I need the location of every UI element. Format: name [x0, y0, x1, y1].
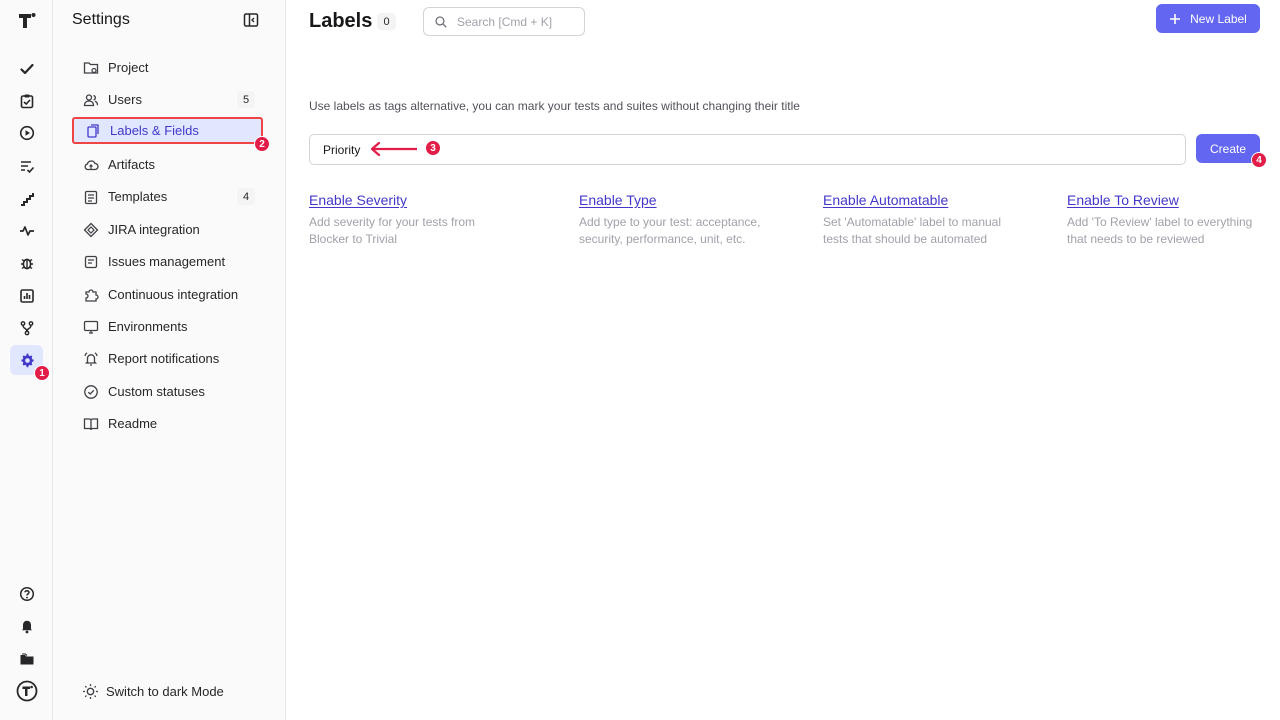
sidebar-item-label: Users: [108, 92, 142, 107]
sidebar-item-label: Templates: [108, 189, 168, 204]
enable-to-review-link[interactable]: Enable To Review: [1067, 192, 1267, 208]
bug-icon[interactable]: [10, 248, 43, 278]
option-enable-to-review: Enable To Review Add 'To Review' label t…: [1067, 192, 1267, 248]
play-circle-icon[interactable]: [10, 118, 43, 148]
sidebar-item-readme[interactable]: Readme: [72, 410, 263, 437]
users-icon: [83, 93, 99, 106]
labels-icon: [87, 123, 99, 138]
step-marker-4: 4: [1251, 152, 1267, 168]
annotation-arrow-icon: [370, 141, 417, 157]
folder-gear-icon: [83, 61, 99, 74]
sidebar-collapse-icon[interactable]: [243, 12, 259, 28]
bell-icon[interactable]: [10, 611, 43, 641]
search-icon: [435, 15, 447, 28]
monitor-icon: [83, 320, 99, 334]
enable-automatable-link[interactable]: Enable Automatable: [823, 192, 1018, 208]
labels-description: Use labels as tags alternative, you can …: [309, 99, 800, 113]
step-marker-3: 3: [425, 140, 441, 156]
sidebar-item-report-notifications[interactable]: Report notifications: [72, 345, 263, 372]
dark-mode-label: Switch to dark Mode: [106, 684, 224, 699]
clipboard-check-icon[interactable]: [10, 86, 43, 116]
sidebar-item-users[interactable]: Users 5: [72, 86, 263, 113]
sidebar-item-issues-management[interactable]: Issues management: [72, 248, 263, 275]
sidebar-item-label: Project: [108, 60, 149, 75]
account-logo-icon[interactable]: [10, 676, 43, 706]
sun-moon-icon: [83, 684, 98, 699]
book-icon: [83, 417, 99, 430]
cloud-icon: [84, 159, 99, 170]
step-marker-2: 2: [254, 136, 270, 152]
list-check-icon[interactable]: [10, 151, 43, 181]
sidebar-item-custom-statuses[interactable]: Custom statuses: [72, 378, 263, 405]
search-input[interactable]: [457, 14, 577, 29]
new-label-button-label: New Label: [1190, 11, 1247, 26]
option-description: Set 'Automatable' label to manual tests …: [823, 215, 1002, 246]
jira-icon: [83, 222, 99, 237]
new-label-button[interactable]: New Label: [1156, 4, 1260, 33]
sidebar-item-project[interactable]: Project: [72, 54, 263, 81]
sidebar-item-label: Artifacts: [108, 157, 155, 172]
main-content: Labels 0 New Label Use labels as tags al…: [286, 0, 1280, 720]
folder-icon[interactable]: [10, 644, 43, 674]
check-circle-icon: [84, 384, 98, 399]
option-description: Add type to your test: acceptance, secur…: [579, 215, 761, 246]
users-count-badge: 5: [237, 91, 255, 108]
puzzle-icon: [85, 288, 99, 302]
page-title: Labels: [309, 10, 373, 32]
sidebar-item-artifacts[interactable]: Artifacts: [72, 151, 263, 178]
templates-count-badge: 4: [237, 188, 255, 205]
issues-icon: [84, 255, 98, 268]
option-description: Add 'To Review' label to everything that…: [1067, 215, 1253, 246]
option-enable-severity: Enable Severity Add severity for your te…: [309, 192, 509, 248]
steps-icon[interactable]: [10, 184, 43, 214]
checkmark-icon[interactable]: [10, 54, 43, 84]
git-branch-icon[interactable]: [10, 313, 43, 343]
option-enable-automatable: Enable Automatable Set 'Automatable' lab…: [823, 192, 1018, 248]
step-marker-1: 1: [34, 365, 50, 381]
sidebar-item-label: Environments: [108, 319, 188, 334]
settings-panel: Settings Project Users 5 Labels & Fields…: [53, 0, 286, 720]
sidebar-item-environments[interactable]: Environments: [72, 313, 263, 340]
icon-rail: [0, 0, 53, 720]
enable-severity-link[interactable]: Enable Severity: [309, 192, 509, 208]
sidebar-item-label: JIRA integration: [108, 222, 200, 237]
search-box[interactable]: [423, 7, 585, 36]
sidebar-item-label: Readme: [108, 416, 158, 431]
sidebar-item-labels-fields[interactable]: Labels & Fields: [72, 117, 263, 144]
dark-mode-toggle[interactable]: Switch to dark Mode: [82, 683, 224, 700]
help-circle-icon[interactable]: [10, 579, 43, 609]
sidebar-item-label: Continuous integration: [108, 287, 239, 302]
pulse-icon[interactable]: [10, 216, 43, 246]
sidebar-item-label: Report notifications: [108, 351, 220, 366]
option-description: Add severity for your tests from Blocker…: [309, 215, 476, 246]
sidebar-item-label: Custom statuses: [108, 384, 205, 399]
enable-type-link[interactable]: Enable Type: [579, 192, 789, 208]
bar-chart-icon[interactable]: [10, 281, 43, 311]
bell-ring-icon: [84, 351, 98, 366]
clipboard-list-icon: [84, 190, 98, 204]
option-enable-type: Enable Type Add type to your test: accep…: [579, 192, 789, 248]
app-logo-icon[interactable]: [16, 10, 38, 32]
sidebar-item-label: Labels & Fields: [110, 123, 199, 138]
sidebar-item-label: Issues management: [108, 254, 226, 269]
sidebar-item-jira-integration[interactable]: JIRA integration: [72, 216, 263, 243]
settings-title: Settings: [72, 11, 130, 28]
sidebar-item-templates[interactable]: Templates 4: [72, 183, 263, 210]
sidebar-item-continuous-integration[interactable]: Continuous integration: [72, 281, 263, 308]
plus-icon: [1170, 13, 1181, 24]
labels-count-badge: 0: [377, 13, 396, 30]
